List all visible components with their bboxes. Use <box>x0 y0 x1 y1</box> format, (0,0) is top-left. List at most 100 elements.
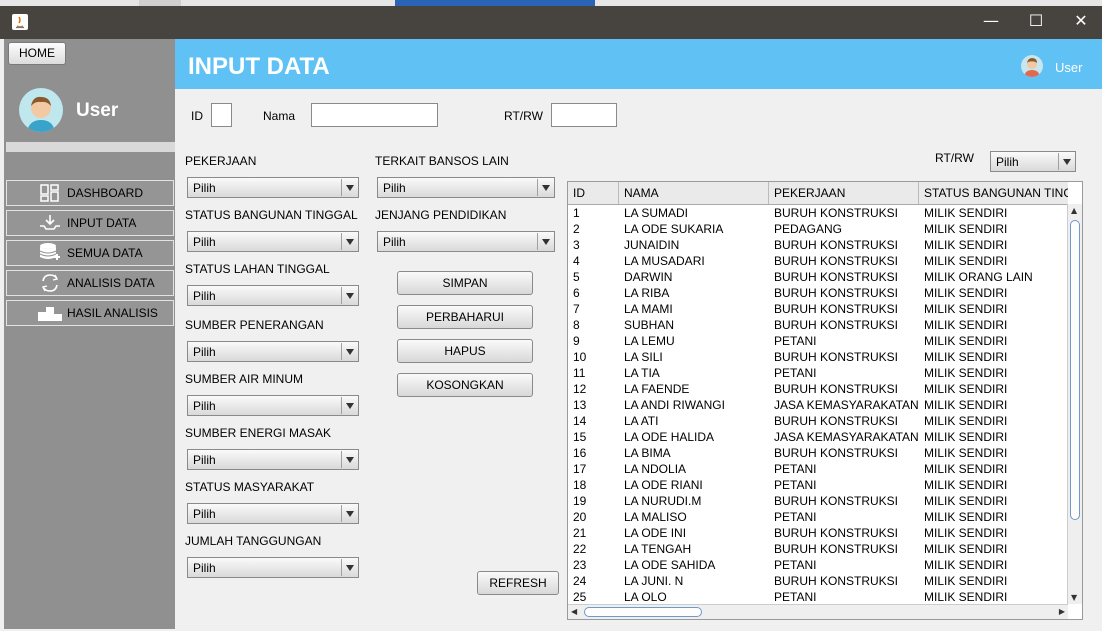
kosongkan-button[interactable]: KOSONGKAN <box>397 373 533 397</box>
chevron-down-icon <box>341 343 357 360</box>
select-value: Pilih <box>193 507 216 521</box>
table-cell: MILIK SENDIRI <box>924 590 1008 604</box>
status-bangunan-select[interactable]: Pilih <box>187 231 359 252</box>
table-row[interactable]: 20 LA MALISO PETANI MILIK SENDIRI <box>568 509 1068 525</box>
table-cell: MILIK SENDIRI <box>924 318 1008 332</box>
table-cell: MILIK SENDIRI <box>924 446 1008 460</box>
simpan-button[interactable]: SIMPAN <box>397 271 533 295</box>
header-avatar <box>1021 55 1043 77</box>
pekerjaan-select[interactable]: Pilih <box>187 177 359 198</box>
table-cell: LA MUSADARI <box>624 254 705 268</box>
select-value: Pilih <box>193 561 216 575</box>
vertical-scroll-thumb[interactable] <box>1070 220 1080 520</box>
status-lahan-select[interactable]: Pilih <box>187 285 359 306</box>
sidebar-item-analisis-data[interactable]: ANALISIS DATA <box>6 270 174 296</box>
column-header-id[interactable]: ID <box>568 182 619 204</box>
table-cell: 7 <box>573 302 580 316</box>
sumber-energi-select[interactable]: Pilih <box>187 449 359 470</box>
perbaharui-button[interactable]: PERBAHARUI <box>397 305 533 329</box>
table-row[interactable]: 8 SUBHAN BURUH KONSTRUKSI MILIK SENDIRI <box>568 317 1068 333</box>
table-row[interactable]: 12 LA FAENDE BURUH KONSTRUKSI MILIK SENDIRI <box>568 381 1068 397</box>
table-cell: BURUH KONSTRUKSI <box>774 526 899 540</box>
table-cell: LA ODE SAHIDA <box>624 558 716 572</box>
table-cell: LA NDOLIA <box>624 462 687 476</box>
select-value: Pilih <box>193 399 216 413</box>
minimize-button[interactable]: — <box>976 10 1006 32</box>
nama-field[interactable] <box>311 103 438 127</box>
horizontal-scroll-thumb[interactable] <box>584 607 702 617</box>
table-row[interactable]: 22 LA TENGAH BURUH KONSTRUKSI MILIK SENDIRI <box>568 541 1068 557</box>
table-row[interactable]: 7 LA MAMI BURUH KONSTRUKSI MILIK SENDIRI <box>568 301 1068 317</box>
table-cell: MILIK SENDIRI <box>924 334 1008 348</box>
chevron-down-icon <box>537 233 553 250</box>
table-row[interactable]: 16 LA BIMA BURUH KONSTRUKSI MILIK SENDIRI <box>568 445 1068 461</box>
scroll-up-icon[interactable]: ▲ <box>1071 206 1077 215</box>
table-row[interactable]: 19 LA NURUDI.M BURUH KONSTRUKSI MILIK SENDI… <box>568 493 1068 509</box>
table-row[interactable]: 9 LA LEMU PETANI MILIK SENDIRI <box>568 333 1068 349</box>
scroll-left-icon[interactable]: ◀ <box>571 607 577 616</box>
sidebar-item-semua-data[interactable]: SEMUA DATA <box>6 240 174 266</box>
data-table[interactable]: ID NAMA PEKERJAAN STATUS BANGUNAN TINGGA… <box>567 181 1083 620</box>
vertical-scrollbar[interactable]: ▲ ▼ <box>1067 204 1082 604</box>
table-row[interactable]: 3 JUNAIDIN BURUH KONSTRUKSI MILIK SENDIRI <box>568 237 1068 253</box>
table-cell: 18 <box>573 478 587 492</box>
horizontal-scrollbar[interactable]: ◀ ▶ <box>568 604 1068 619</box>
page-title: INPUT DATA <box>188 53 330 80</box>
scroll-right-icon[interactable]: ▶ <box>1059 607 1065 616</box>
sidebar-item-dashboard[interactable]: DASHBOARD <box>6 180 174 206</box>
table-row[interactable]: 10 LA SILI BURUH KONSTRUKSI MILIK SENDIRI <box>568 349 1068 365</box>
rtrw-field[interactable] <box>551 103 617 127</box>
table-cell: JUNAIDIN <box>624 238 680 252</box>
table-cell: 11 <box>573 366 586 380</box>
maximize-button[interactable]: ☐ <box>1021 10 1051 32</box>
jumlah-tanggungan-select[interactable]: Pilih <box>187 557 359 578</box>
table-cell: LA MALISO <box>624 510 687 524</box>
filter-rtrw-select[interactable]: Pilih <box>990 151 1076 172</box>
bansos-select[interactable]: Pilih <box>377 177 555 198</box>
column-header-status-bangunan[interactable]: STATUS BANGUNAN TINGGAL <box>919 182 1068 204</box>
table-row[interactable]: 13 LA ANDI RIWANGI JASA KEMASYARAKATAN MILI… <box>568 397 1068 413</box>
table-row[interactable]: 2 LA ODE SUKARIA PEDAGANG MILIK SENDIRI <box>568 221 1068 237</box>
table-cell: MILIK SENDIRI <box>924 206 1008 220</box>
table-row[interactable]: 25 LA OLO PETANI MILIK SENDIRI <box>568 589 1068 605</box>
sidebar-item-input-data[interactable]: INPUT DATA <box>6 210 174 236</box>
table-cell: LA FAENDE <box>624 382 690 396</box>
table-row[interactable]: 11 LA TIA PETANI MILIK SENDIRI <box>568 365 1068 381</box>
table-cell: LA MAMI <box>624 302 673 316</box>
table-cell: BURUH KONSTRUKSI <box>774 494 899 508</box>
table-row[interactable]: 6 LA RIBA BURUH KONSTRUKSI MILIK SENDIRI <box>568 285 1068 301</box>
table-row[interactable]: 21 LA ODE INI BURUH KONSTRUKSI MILIK SENDIR… <box>568 525 1068 541</box>
sumber-energi-label: SUMBER ENERGI MASAK <box>185 426 332 440</box>
scroll-down-icon[interactable]: ▼ <box>1071 593 1077 602</box>
status-masyarakat-select[interactable]: Pilih <box>187 503 359 524</box>
table-row[interactable]: 14 LA ATI BURUH KONSTRUKSI MILIK SENDIRI <box>568 413 1068 429</box>
table-row[interactable]: 24 LA JUNI. N BURUH KONSTRUKSI MILIK SENDIR… <box>568 573 1068 589</box>
chevron-down-icon <box>341 179 357 196</box>
table-cell: 2 <box>573 222 580 236</box>
home-button[interactable]: HOME <box>8 42 66 65</box>
table-row[interactable]: 23 LA ODE SAHIDA PETANI MILIK SENDIRI <box>568 557 1068 573</box>
table-row[interactable]: 1 LA SUMADI BURUH KONSTRUKSI MILIK SENDIRI <box>568 205 1068 221</box>
status-masyarakat-label: STATUS MASYARAKAT <box>185 480 315 494</box>
refresh-button[interactable]: REFRESH <box>477 571 559 595</box>
close-button[interactable]: ✕ <box>1066 10 1096 32</box>
column-header-pekerjaan[interactable]: PEKERJAAN <box>769 182 919 204</box>
table-cell: 20 <box>573 510 587 524</box>
id-field[interactable] <box>211 103 232 127</box>
status-bangunan-label: STATUS BANGUNAN TINGGAL <box>185 208 358 222</box>
sumber-air-select[interactable]: Pilih <box>187 395 359 416</box>
table-row[interactable]: 18 LA ODE RIANI PETANI MILIK SENDIRI <box>568 477 1068 493</box>
table-cell: 24 <box>573 574 587 588</box>
column-header-nama[interactable]: NAMA <box>619 182 769 204</box>
select-value: Pilih <box>193 181 216 195</box>
table-row[interactable]: 15 LA ODE HALIDA JASA KEMASYARAKATAN MILIK … <box>568 429 1068 445</box>
sidebar-item-hasil-analisis[interactable]: HASIL ANALISIS <box>6 300 174 326</box>
table-row[interactable]: 17 LA NDOLIA PETANI MILIK SENDIRI <box>568 461 1068 477</box>
table-cell: LA JUNI. N <box>624 574 684 588</box>
table-row[interactable]: 4 LA MUSADARI BURUH KONSTRUKSI MILIK SENDIR… <box>568 253 1068 269</box>
hapus-button[interactable]: HAPUS <box>397 339 533 363</box>
refresh-cycle-icon <box>37 273 63 293</box>
sumber-penerangan-select[interactable]: Pilih <box>187 341 359 362</box>
pendidikan-select[interactable]: Pilih <box>377 231 555 252</box>
table-row[interactable]: 5 DARWIN BURUH KONSTRUKSI MILIK ORANG LAIN <box>568 269 1068 285</box>
